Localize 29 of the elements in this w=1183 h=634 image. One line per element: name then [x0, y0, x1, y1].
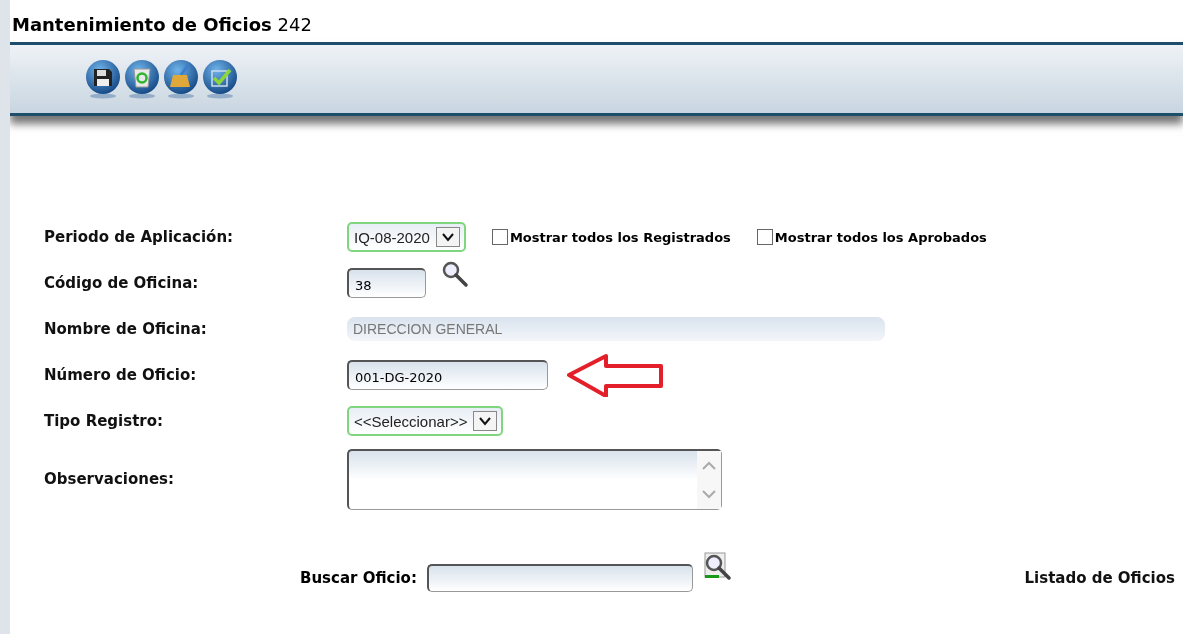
- input-field: DIRECCION GENERAL: [347, 317, 885, 341]
- checkbox-label: Mostrar todos los Registrados: [509, 229, 731, 245]
- text-area[interactable]: [347, 448, 722, 510]
- field-label: Periodo de Aplicación:: [44, 228, 235, 246]
- save-icon[interactable]: [85, 59, 121, 99]
- field-label: Número de Oficio:: [44, 366, 198, 384]
- checkbox[interactable]: [756, 229, 773, 245]
- field-label: Tipo Registro:: [44, 412, 165, 430]
- recycle-bin-icon[interactable]: [124, 59, 160, 99]
- search-icon[interactable]: [702, 552, 733, 582]
- field-label: Buscar Oficio:: [300, 569, 417, 587]
- checkmark-icon[interactable]: [202, 59, 238, 99]
- checkbox-label: Mostrar todos los Aprobados: [774, 229, 987, 245]
- input-field[interactable]: 001-DG-2020: [347, 360, 548, 390]
- list-link[interactable]: Listado de Oficios: [1024, 569, 1175, 587]
- search-icon[interactable]: [440, 259, 470, 289]
- search-field[interactable]: [426, 564, 693, 592]
- field-label: Código de Oficina:: [44, 274, 200, 292]
- dropdown[interactable]: IQ-08-2020: [347, 222, 466, 252]
- caret-icon: [435, 227, 460, 247]
- dropdown[interactable]: <<Seleccionar>>: [347, 406, 504, 436]
- arrow-icon: [566, 353, 664, 397]
- window-title: Mantenimiento de Oficios 242: [11, 13, 313, 37]
- checkbox[interactable]: [491, 229, 508, 245]
- input-field[interactable]: 38: [347, 268, 426, 298]
- field-label: Observaciones:: [44, 470, 175, 488]
- field-label: Nombre de Oficina:: [44, 320, 208, 338]
- broom-icon[interactable]: [163, 59, 199, 99]
- caret-icon: [473, 411, 498, 431]
